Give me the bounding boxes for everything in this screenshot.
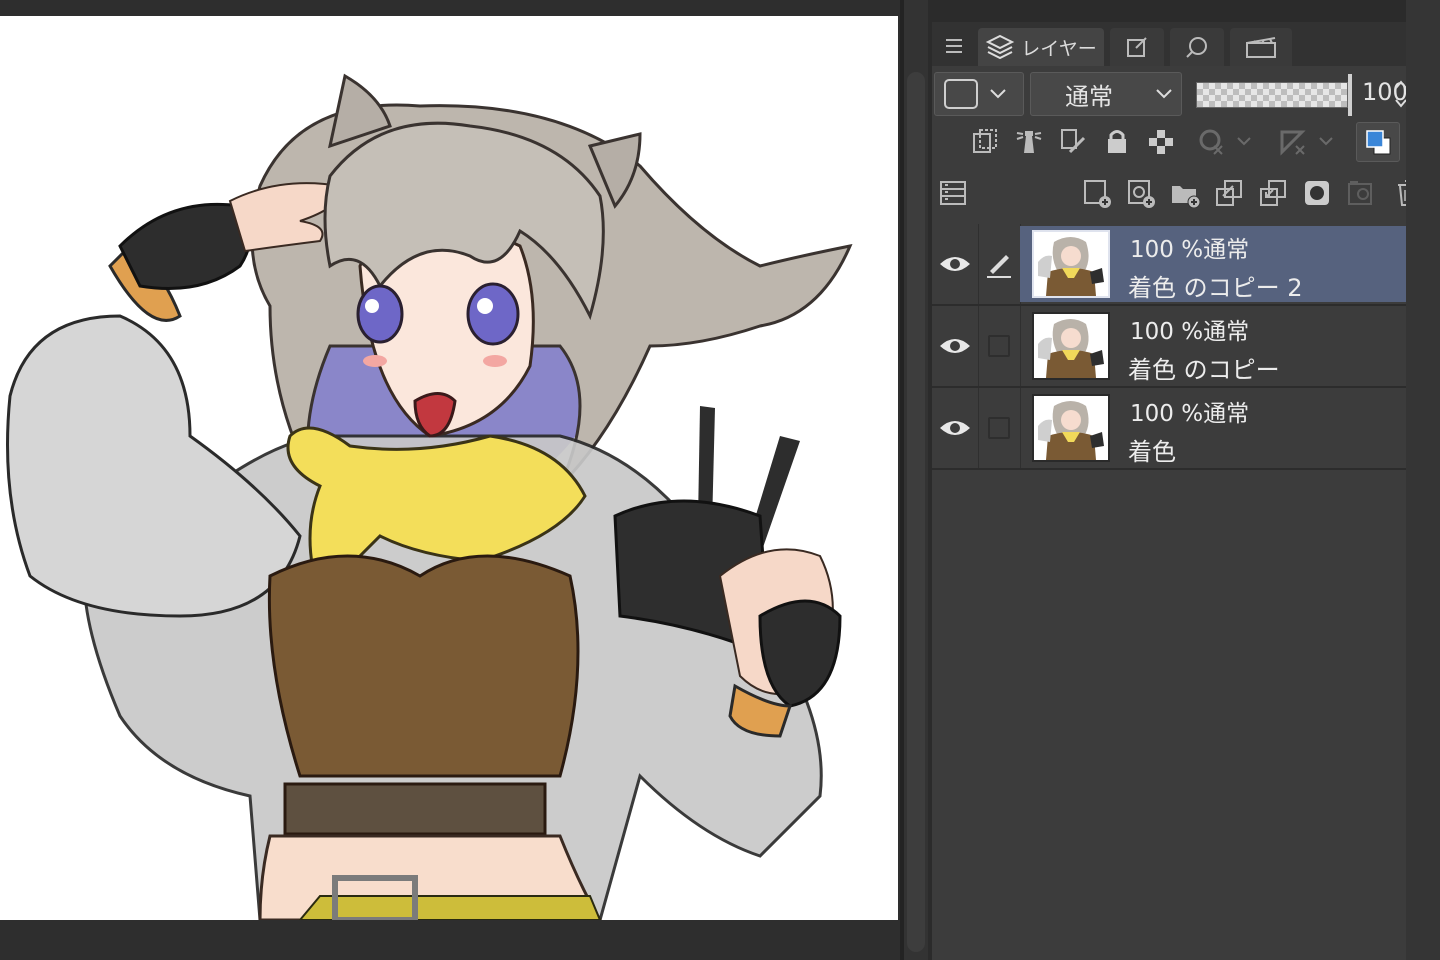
tab-layer-label: レイヤー — [1021, 37, 1097, 60]
layer-name[interactable]: 着色 のコピー — [1128, 350, 1280, 385]
blend-mode-dropdown[interactable]: 通常 — [1030, 72, 1182, 116]
blend-mode-value: 通常 — [1065, 82, 1113, 111]
panel-scrollbar-thumb[interactable] — [907, 72, 925, 952]
lock-transparency-button[interactable] — [1144, 124, 1178, 158]
layer-row[interactable]: 100 %通常 着色 のコピー — [932, 306, 1406, 388]
layer-name[interactable]: 着色 のコピー 2 — [1128, 268, 1303, 303]
eye-icon — [938, 253, 972, 275]
layer-name[interactable]: 着色 — [1128, 432, 1176, 467]
mask-disabled-icon — [1196, 126, 1226, 156]
chevron-down-icon — [1236, 136, 1252, 146]
layer-list-options-button[interactable] — [936, 176, 970, 210]
edit-target-toggle[interactable] — [978, 224, 1021, 304]
mask-enable-button[interactable] — [1194, 124, 1228, 158]
clip-icon — [970, 126, 1000, 156]
ruler-disabled-icon — [1278, 126, 1308, 156]
draft-icon — [1058, 126, 1088, 156]
draft-layer-button[interactable] — [1056, 124, 1090, 158]
layer-color-dropdown[interactable] — [934, 72, 1024, 116]
canvas-sheet[interactable] — [0, 16, 898, 920]
pen-icon — [984, 249, 1014, 279]
list-icon — [938, 178, 968, 208]
merge-down-icon — [1258, 178, 1288, 208]
panel-tab-bar: レイヤー — [932, 22, 1406, 66]
ruler-enable-button[interactable] — [1276, 124, 1310, 158]
merge-down-button[interactable] — [1256, 176, 1290, 210]
layers-icon — [985, 32, 1015, 62]
animation-icon — [1244, 35, 1278, 59]
layer-mode-label: 100 %通常 — [1130, 401, 1250, 427]
layer-mode-label: 100 %通常 — [1130, 319, 1250, 345]
panel-menu-icon[interactable] — [942, 34, 966, 58]
checker-lock-icon — [1146, 126, 1176, 156]
lock-layer-button[interactable] — [1100, 124, 1134, 158]
layer-row[interactable]: 100 %通常 着色 — [932, 388, 1406, 470]
apply-mask-button[interactable] — [1344, 176, 1378, 210]
property-icon — [1124, 34, 1150, 60]
layer-color-button[interactable] — [1356, 122, 1400, 162]
lighthouse-icon — [1014, 126, 1044, 156]
reference-layer-button[interactable] — [1012, 124, 1046, 158]
new-raster-layer-button[interactable] — [1080, 176, 1114, 210]
edit-target-toggle[interactable] — [978, 388, 1021, 468]
new-raster-layer-icon — [1082, 178, 1112, 208]
ruler-dropdown[interactable] — [1314, 124, 1338, 158]
apply-mask-disabled-icon — [1346, 178, 1376, 208]
eye-icon — [938, 417, 972, 439]
chevron-down-icon — [989, 88, 1007, 100]
layer-thumbnail — [1032, 312, 1110, 380]
chevron-down-icon — [1318, 136, 1334, 146]
tab-search-layer[interactable] — [1170, 28, 1224, 66]
eye-icon — [938, 335, 972, 357]
panel-header-gap — [932, 0, 1406, 22]
layer-body[interactable]: 100 %通常 着色 のコピー 2 — [1020, 226, 1406, 302]
canvas-area[interactable] — [0, 0, 900, 960]
opacity-slider-handle[interactable] — [1348, 74, 1352, 116]
new-vector-layer-button[interactable] — [1124, 176, 1158, 210]
layer-thumbnail — [1032, 394, 1110, 462]
visibility-toggle[interactable] — [932, 388, 979, 468]
create-mask-button[interactable] — [1300, 176, 1334, 210]
layer-body[interactable]: 100 %通常 着色 — [1020, 390, 1406, 466]
layer-color-swatch-icon — [943, 78, 979, 110]
new-folder-button[interactable] — [1168, 176, 1202, 210]
artwork-illustration — [6, 73, 853, 920]
opacity-slider[interactable] — [1196, 82, 1348, 108]
visibility-toggle[interactable] — [932, 224, 979, 304]
layer-panel: レイヤー 通常 100 100 %通常 着色 のコピー 2 100 %通常 着色… — [932, 0, 1418, 960]
visibility-toggle[interactable] — [932, 306, 979, 386]
layer-thumbnail — [1032, 230, 1110, 298]
right-edge-strip — [1406, 0, 1440, 960]
search-layer-icon — [1184, 34, 1210, 60]
lock-icon — [1104, 126, 1130, 156]
tab-animation[interactable] — [1230, 28, 1292, 66]
tab-layer[interactable]: レイヤー — [978, 28, 1104, 66]
new-folder-icon — [1170, 178, 1200, 208]
clip-layer-button[interactable] — [968, 124, 1002, 158]
mask-dropdown[interactable] — [1232, 124, 1256, 158]
transfer-down-icon — [1214, 178, 1244, 208]
transfer-down-button[interactable] — [1212, 176, 1246, 210]
new-vector-layer-icon — [1126, 178, 1156, 208]
edit-target-toggle[interactable] — [978, 306, 1021, 386]
mask-icon — [1302, 178, 1332, 208]
tab-property[interactable] — [1110, 28, 1164, 66]
layer-mode-label: 100 %通常 — [1130, 237, 1250, 263]
layer-body[interactable]: 100 %通常 着色 のコピー — [1020, 308, 1406, 384]
layer-row[interactable]: 100 %通常 着色 のコピー 2 — [932, 224, 1406, 306]
edit-target-checkbox[interactable] — [988, 335, 1010, 357]
edit-target-checkbox[interactable] — [988, 417, 1010, 439]
layer-color-icon — [1364, 128, 1392, 156]
chevron-down-icon — [1155, 88, 1173, 100]
